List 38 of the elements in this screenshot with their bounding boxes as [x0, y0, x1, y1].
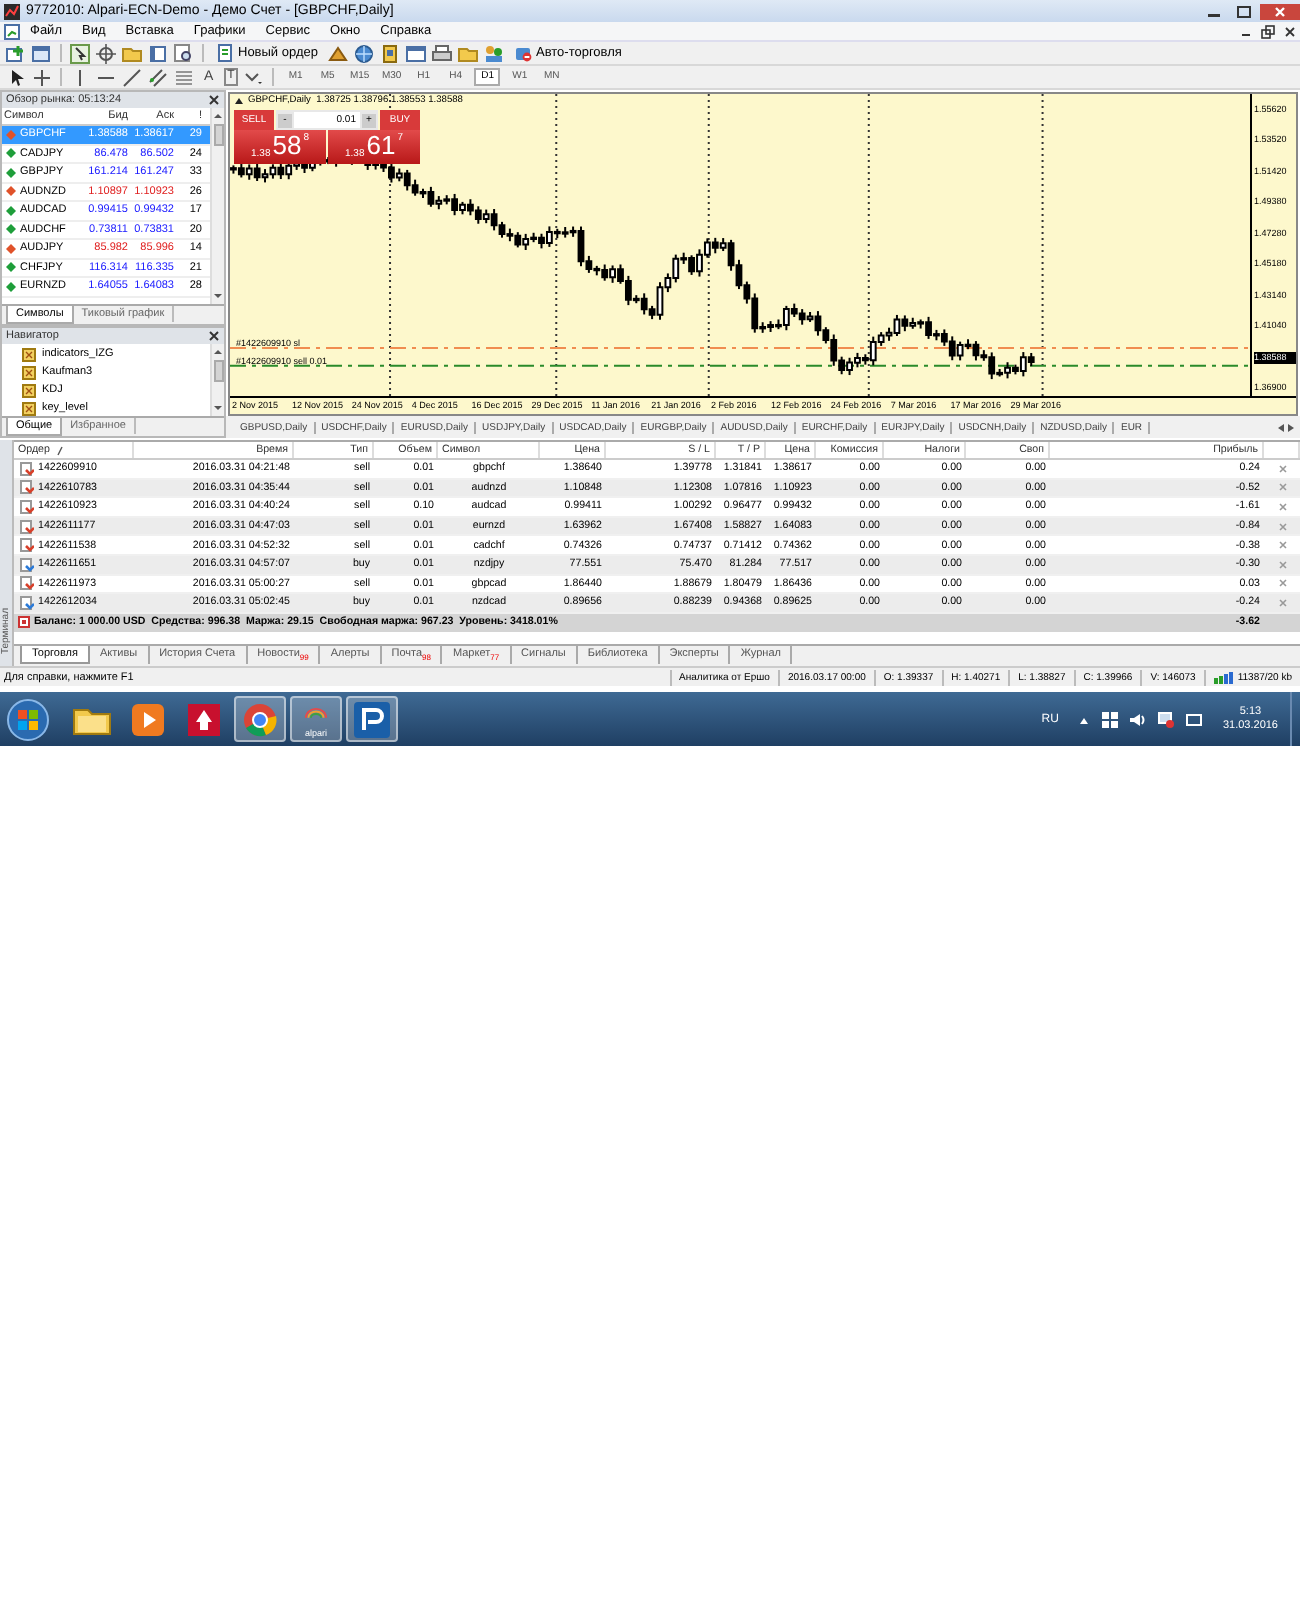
sort-icon[interactable] — [55, 445, 64, 455]
app-icon — [4, 3, 20, 19]
tray-expand-icon[interactable] — [1078, 713, 1091, 725]
restore-icon[interactable] — [1258, 23, 1278, 39]
printer-icon[interactable] — [431, 43, 452, 63]
scroll-left-icon[interactable] — [1276, 421, 1286, 433]
magnifier-icon[interactable] — [174, 43, 194, 63]
window-icon[interactable] — [32, 43, 52, 63]
taskbar-button[interactable] — [234, 696, 286, 742]
scroll-thumb[interactable] — [213, 124, 223, 146]
start-button[interactable] — [6, 697, 50, 741]
taskbar-button[interactable] — [346, 696, 398, 742]
crosshair-icon[interactable] — [32, 67, 52, 87]
scrollbar[interactable] — [210, 344, 224, 416]
speaker-icon[interactable] — [1130, 711, 1147, 727]
shapes-icon[interactable] — [244, 67, 265, 87]
scroll-right-icon[interactable] — [1286, 421, 1296, 433]
new-chart-icon[interactable] — [6, 43, 26, 63]
trend-line-icon[interactable] — [122, 67, 142, 87]
window-icon[interactable] — [148, 43, 168, 63]
close-icon[interactable] — [208, 330, 220, 342]
scroll-thumb[interactable] — [213, 360, 223, 382]
cursor-icon[interactable] — [70, 43, 90, 63]
close-icon[interactable] — [1280, 23, 1300, 39]
crosshair-icon[interactable] — [96, 43, 116, 63]
close-icon[interactable] — [208, 94, 220, 106]
network-icon[interactable] — [1158, 711, 1175, 727]
app-icon — [350, 697, 394, 741]
cursor-icon[interactable] — [6, 67, 26, 87]
window-icon[interactable] — [405, 43, 426, 63]
connection-bars-icon — [1213, 671, 1234, 683]
scrollbar[interactable] — [210, 108, 224, 304]
stop-loss-line[interactable] — [230, 346, 1250, 349]
globe-icon[interactable] — [353, 43, 374, 63]
collapse-icon[interactable] — [234, 96, 244, 106]
order-line[interactable] — [230, 364, 1250, 367]
people-icon[interactable] — [483, 43, 504, 63]
action-center-icon[interactable] — [1186, 711, 1203, 727]
